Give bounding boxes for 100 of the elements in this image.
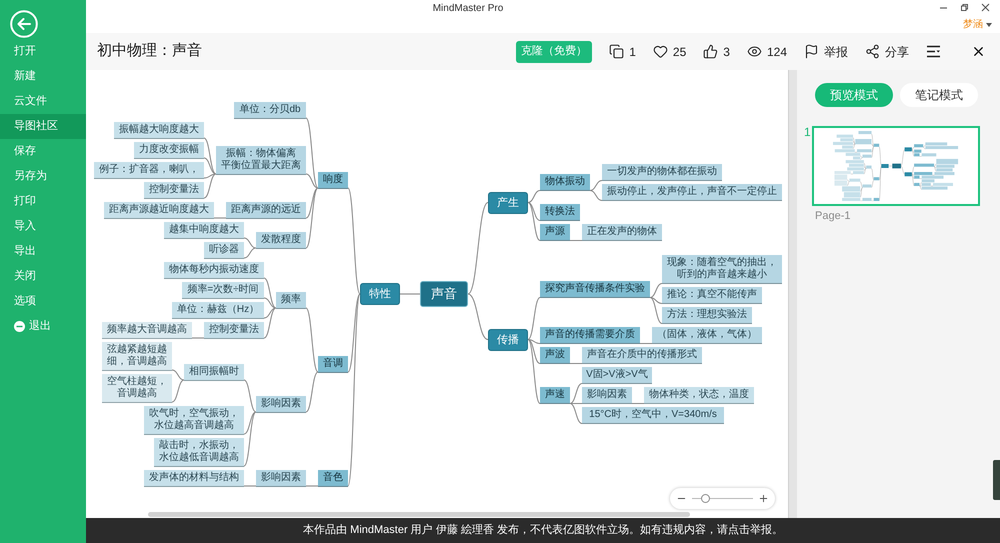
main-topic: 传播: [488, 328, 528, 350]
close-icon: [981, 3, 990, 12]
subtopic: 频率: [276, 292, 306, 308]
like-button[interactable]: 3: [703, 42, 730, 60]
sidebar-menu-item[interactable]: 云文件: [0, 89, 86, 114]
more-menu-button[interactable]: [926, 44, 941, 59]
zoom-in-button[interactable]: [758, 493, 769, 504]
back-button[interactable]: [10, 10, 38, 38]
sidebar-menu-item[interactable]: 保存: [0, 139, 86, 164]
restore-button[interactable]: [960, 3, 969, 12]
sidebar-menu-item[interactable]: 导出: [0, 239, 86, 264]
user-menu[interactable]: 梦涵: [963, 17, 992, 32]
subtopic: 一切发声的物体都在振动: [602, 164, 722, 181]
main-topic: 产生: [488, 192, 528, 214]
favorite-button[interactable]: 25: [652, 42, 686, 60]
exit-button[interactable]: 退出: [0, 314, 86, 339]
subtopic: 声源: [540, 224, 570, 241]
page-thumbnail[interactable]: [812, 126, 980, 206]
subtopic: 物体振动: [540, 174, 590, 191]
subtopic: 例子：扩音器，喇叭，: [94, 162, 204, 178]
subtopic: 距离声源越近响度越大: [104, 202, 214, 218]
eye-icon: [746, 44, 762, 59]
sidebar-menu-item[interactable]: 另存为: [0, 164, 86, 189]
subtopic: 物体种类，状态，温度: [644, 387, 754, 404]
connector-line: [244, 248, 256, 258]
share-icon: [865, 44, 880, 59]
subtopic: 吹气时，空气振动，水位越高音调越高: [144, 406, 244, 434]
connector-line: [244, 238, 256, 248]
sidebar-menu-item[interactable]: 新建: [0, 64, 86, 89]
connector-line: [570, 363, 582, 364]
subtopic: 15°C时，空气中，V=340m/s: [582, 407, 724, 424]
sidebar-menu-item[interactable]: 导图社区: [0, 114, 86, 139]
notice-text: 本作品由 MindMaster 用户 伊藤 絵理香 发布，不代表亿图软件立场。如有违规内容，请点击举报。: [303, 522, 783, 538]
plus-icon: [758, 493, 769, 504]
connector-line: [590, 190, 602, 201]
subtopic: 音色: [318, 470, 348, 486]
zoom-slider-thumb[interactable]: [700, 494, 710, 503]
dock-handle[interactable]: [993, 460, 1000, 500]
subtopic: 相同振幅时: [184, 364, 244, 380]
subtopic: 频率越大音调越高: [102, 322, 192, 338]
page-label: Page-1: [814, 209, 852, 224]
copy-icon: [609, 44, 624, 59]
view-count: 124: [766, 44, 787, 60]
menu-icon: [926, 44, 941, 59]
subtopic: 单位：分贝db: [234, 102, 306, 118]
flag-icon: [804, 44, 819, 59]
subtopic: 频率=次数÷时间: [182, 282, 264, 298]
minus-circle-icon: [14, 321, 25, 332]
subtopic: 控制变量法: [204, 322, 264, 338]
vertical-scrollbar[interactable]: [788, 70, 797, 518]
sidebar-menu-item[interactable]: 关闭: [0, 264, 86, 289]
share-button[interactable]: 分享: [865, 42, 909, 60]
subtopic: 影响因素: [256, 396, 306, 412]
subtopic: 音调: [318, 356, 348, 372]
caret-icon: [986, 22, 992, 26]
document-title: 初中物理：声音: [97, 41, 202, 62]
subtopic: 正在发声的物体: [582, 224, 662, 241]
subtopic: 声波: [540, 347, 570, 364]
sidebar-menu-item[interactable]: 导入: [0, 214, 86, 239]
subtopic: 影响因素: [582, 387, 632, 404]
subtopic: 距离声源的远近: [226, 202, 306, 218]
subtopic: 力度改变振幅: [134, 142, 204, 158]
horizontal-scrollbar[interactable]: [148, 512, 690, 517]
close-button[interactable]: [971, 44, 986, 59]
connector-line: [570, 240, 582, 241]
subtopic: 越集中响度越大: [164, 222, 244, 238]
subtopic: 振幅越大响度越大: [114, 122, 204, 138]
zoom-slider[interactable]: [692, 494, 753, 503]
copy-count: 1: [629, 44, 636, 60]
connector-line: [640, 343, 652, 344]
mode-tab[interactable]: 笔记模式: [900, 83, 978, 107]
heart-icon: [652, 44, 668, 59]
subtopic: 敲击时，水振动，水位越低音调越高: [154, 438, 244, 466]
mode-tab[interactable]: 预览模式: [815, 83, 893, 107]
subtopic: 转换法: [540, 204, 580, 221]
subtopic: 声音的传播需要介质: [540, 327, 640, 344]
sidebar-menu-item[interactable]: 打开: [0, 39, 86, 64]
central-topic: 声音: [420, 281, 468, 307]
subtopic: 发散程度: [256, 232, 306, 248]
subtopic: 探究声音传播条件实验: [540, 281, 650, 298]
clone-button[interactable]: 克隆（免费）: [516, 40, 592, 62]
subtopic: 弦越紧越短越细，音调越高: [102, 342, 172, 370]
connector-line: [632, 403, 644, 404]
restore-icon: [960, 3, 969, 12]
subtopic: V固>V液>V气: [582, 367, 652, 384]
window-close-button[interactable]: [981, 3, 990, 12]
sidebar-menu-item[interactable]: 打印: [0, 189, 86, 214]
thumbs-up-icon: [703, 44, 718, 59]
subtopic: 物体每秒内振动速度: [164, 262, 264, 278]
subtopic: 发声体的材料与结构: [144, 470, 244, 486]
page-number: 1: [803, 126, 812, 141]
report-button[interactable]: 举报: [804, 42, 848, 60]
sidebar-menu-item[interactable]: 选项: [0, 289, 86, 314]
subtopic: 单位：赫兹（Hz）: [172, 302, 264, 318]
subtopic: 听诊器: [204, 242, 244, 258]
subtopic: 影响因素: [256, 470, 306, 486]
close-icon: [971, 44, 986, 59]
subtopic: 振幅：物体偏离平衡位置最大距离: [216, 146, 306, 174]
subtopic: 空气柱越短，音调越高: [102, 374, 172, 402]
subtopic: 声音在介质中的传播形式: [582, 347, 702, 364]
